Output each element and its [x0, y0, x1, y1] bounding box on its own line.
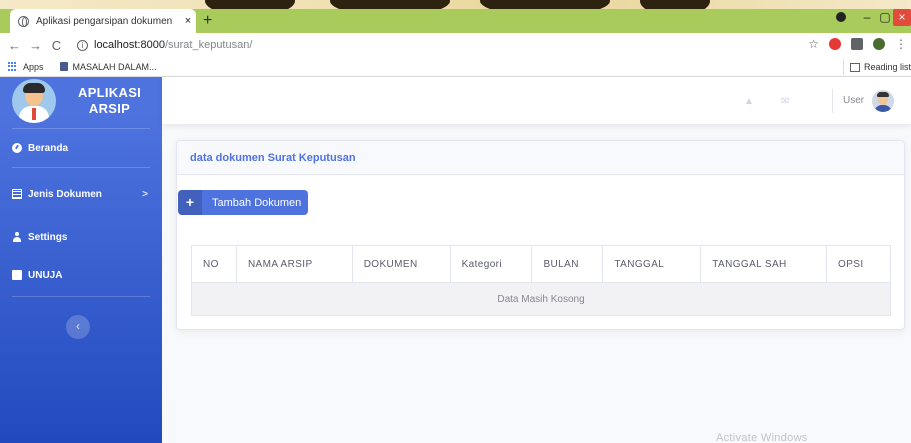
url-host: localhost:8000 [94, 39, 165, 51]
browser-toolbar: ← → C i localhost:8000 /surat_keputusan/… [0, 33, 911, 57]
bookmark-label: MASALAH DALAM... [72, 61, 157, 72]
add-document-button[interactable]: + Tambah Dokumen [178, 190, 308, 215]
column-header[interactable]: BULAN [531, 245, 604, 283]
sidebar-item-beranda[interactable]: Beranda [0, 129, 162, 167]
url-path: /surat_keputusan/ [164, 39, 253, 51]
bookmark-label: Apps [23, 61, 44, 72]
new-tab-button[interactable]: + [203, 12, 212, 30]
sidebar-brand[interactable]: APLIKASI ARSIP [0, 77, 162, 124]
brand-line-2: ARSIP [88, 100, 131, 116]
sidebar: APLIKASI ARSIP Beranda Jenis Dokumen > S… [0, 77, 162, 443]
reading-list-label: Reading list [863, 62, 911, 72]
extensions-puzzle-icon[interactable] [851, 38, 863, 50]
profile-avatar-icon[interactable] [873, 38, 885, 50]
bookmark-masalah[interactable]: MASALAH DALAM... [59, 61, 157, 72]
user-icon [12, 232, 22, 242]
address-bar[interactable]: i localhost:8000 /surat_keputusan/ [77, 39, 252, 51]
more-menu-icon[interactable]: ⋮ [895, 37, 907, 51]
add-document-label: Tambah Dokumen [212, 196, 302, 209]
sidebar-toggle-button[interactable]: ‹ [66, 315, 90, 339]
bookmark-apps[interactable]: Apps [8, 61, 44, 72]
close-window-button[interactable]: × [893, 9, 911, 26]
bookmark-folder-icon [59, 62, 68, 71]
browser-tab[interactable]: Aplikasi pengarsipan dokumen × [10, 9, 196, 33]
folder-icon [12, 270, 22, 280]
table-icon [12, 189, 22, 199]
profile-indicator-icon[interactable] [836, 12, 846, 22]
sidebar-item-label: Jenis Dokumen [28, 188, 102, 200]
topbar-divider [832, 89, 833, 113]
forward-arrow-icon[interactable]: → [29, 38, 42, 53]
site-info-icon[interactable]: i [77, 39, 88, 51]
reading-list-button[interactable]: Reading list [842, 59, 911, 75]
column-header[interactable]: NO [191, 245, 237, 283]
column-header[interactable]: OPSI [826, 245, 891, 283]
user-avatar-icon[interactable] [872, 90, 894, 112]
column-header[interactable]: Kategori [449, 245, 533, 283]
sidebar-item-label: Beranda [28, 142, 69, 154]
tab-title: Aplikasi pengarsipan dokumen [36, 15, 173, 27]
activate-windows-watermark: Activate Windows [716, 432, 808, 443]
adblock-extension-icon[interactable] [829, 38, 841, 50]
globe-icon [18, 15, 29, 27]
tab-close-button[interactable]: × [180, 15, 196, 27]
apps-grid-icon [8, 61, 18, 72]
envelope-icon[interactable]: ✉ [781, 96, 789, 107]
table-row: Data Masih Kosong [191, 282, 891, 316]
table-header-row: NO NAMA ARSIP DOKUMEN Kategori BULAN TAN… [191, 245, 891, 283]
reading-list-icon [849, 62, 860, 72]
brand-line-1: APLIKASI [78, 84, 142, 100]
user-name[interactable]: User [843, 95, 864, 106]
gauge-icon [12, 143, 22, 153]
reload-icon[interactable]: C [50, 38, 63, 53]
bell-icon[interactable]: ▲ [744, 96, 754, 107]
chevron-right-icon: > [142, 188, 148, 200]
bookmark-star-icon[interactable]: ☆ [808, 37, 819, 51]
sidebar-divider [12, 296, 150, 297]
sidebar-item-label: UNUJA [28, 269, 63, 281]
sidebar-item-jenis-dokumen[interactable]: Jenis Dokumen > [0, 168, 162, 220]
column-header[interactable]: TANGGAL [602, 245, 702, 283]
back-arrow-icon[interactable]: ← [8, 38, 21, 53]
documents-table: NO NAMA ARSIP DOKUMEN Kategori BULAN TAN… [191, 245, 891, 316]
bookmarks-bar: Apps MASALAH DALAM... Reading list [0, 57, 911, 77]
column-header[interactable]: NAMA ARSIP [235, 245, 353, 283]
card-title: data dokumen Surat Keputusan [177, 141, 904, 175]
empty-table-message: Data Masih Kosong [191, 282, 891, 316]
column-header[interactable]: TANGGAL SAH [700, 245, 828, 283]
browser-tab-strip: Aplikasi pengarsipan dokumen × + – ▢ × [0, 9, 911, 33]
plus-icon: + [178, 190, 202, 215]
column-header[interactable]: DOKUMEN [351, 245, 451, 283]
brand-avatar-icon [12, 78, 56, 123]
sidebar-item-unuja[interactable]: UNUJA [0, 254, 162, 296]
topbar: ▲ ✉ User [162, 77, 911, 124]
sidebar-item-label: Settings [28, 231, 68, 243]
sidebar-item-settings[interactable]: Settings [0, 220, 162, 254]
brand-title: APLIKASI ARSIP [78, 85, 141, 117]
documents-card: data dokumen Surat Keputusan + Tambah Do… [176, 140, 905, 330]
